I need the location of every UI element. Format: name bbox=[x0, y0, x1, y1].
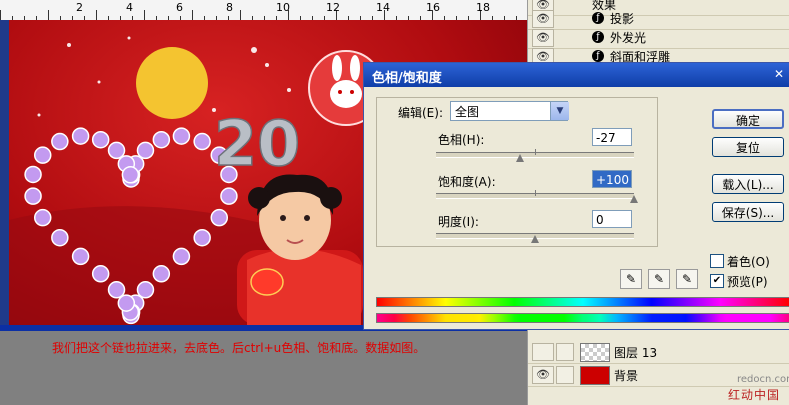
heart-gem bbox=[33, 208, 52, 227]
layer-name: 背景 bbox=[614, 369, 639, 383]
heart-gem bbox=[107, 281, 126, 299]
effect-name: 外发光 bbox=[610, 31, 647, 45]
lightness-input[interactable]: 0 bbox=[592, 210, 632, 228]
hue-slider-mid bbox=[535, 149, 536, 155]
ruler-number: 8 bbox=[226, 1, 233, 14]
heart-gem bbox=[51, 132, 69, 151]
preview-checkbox[interactable]: ✔ bbox=[710, 274, 724, 288]
eye-icon[interactable]: 👁 bbox=[532, 29, 554, 47]
eyedropper-plus-icon[interactable]: ✎ bbox=[648, 269, 670, 289]
ruler-number: 14 bbox=[376, 1, 390, 14]
dialog-title: 色相/饱和度 bbox=[372, 71, 442, 86]
watermark-url: redocn.com bbox=[737, 374, 789, 385]
tutorial-caption: 我们把这个链也拉进来，去底色。后ctrl+u色相、饱和底。数据如图。 bbox=[52, 341, 426, 355]
saturation-input[interactable]: +100 bbox=[592, 170, 632, 188]
heart-gem bbox=[193, 132, 211, 151]
heart-gem bbox=[152, 265, 171, 283]
chevron-down-icon[interactable]: ▼ bbox=[550, 102, 569, 120]
eyedropper-icon[interactable]: ✎ bbox=[620, 269, 642, 289]
ruler-tick bbox=[240, 10, 241, 20]
ruler-tick bbox=[0, 10, 1, 20]
heart-gem bbox=[33, 146, 52, 164]
heart-gem bbox=[136, 141, 155, 160]
heart-gem bbox=[91, 130, 110, 149]
close-icon[interactable]: ✕ bbox=[774, 67, 788, 83]
save-button[interactable]: 保存(S)... bbox=[712, 202, 784, 222]
ok-button[interactable]: 确定 bbox=[712, 109, 784, 129]
heart-gem bbox=[172, 127, 191, 145]
year-text: 20 bbox=[214, 107, 300, 180]
heart-gem bbox=[210, 208, 229, 227]
heart-gem bbox=[51, 228, 69, 247]
watermark-brand: 红动中国 bbox=[728, 388, 781, 402]
effect-name: 投影 bbox=[610, 12, 635, 26]
ruler-tick bbox=[192, 10, 193, 20]
reset-button[interactable]: 复位 bbox=[712, 137, 784, 157]
heart-gem bbox=[117, 294, 136, 312]
canvas-left-edge bbox=[0, 20, 9, 325]
eye-icon[interactable]: 👁 bbox=[532, 366, 554, 384]
dialog-title-bar[interactable]: 色相/饱和度 ✕ bbox=[364, 63, 789, 87]
saturation-slider-mid bbox=[535, 190, 536, 196]
ruler-number: 2 bbox=[76, 1, 83, 14]
ruler-number: 12 bbox=[326, 1, 340, 14]
heart-gem bbox=[172, 247, 191, 266]
result-spectrum-bar bbox=[376, 313, 789, 323]
colorize-label: 着色(O) bbox=[727, 255, 770, 269]
source-spectrum-bar bbox=[376, 297, 789, 307]
heart-gem bbox=[152, 130, 171, 149]
hue-label: 色相(H): bbox=[438, 133, 485, 147]
heart-gem bbox=[193, 228, 211, 247]
colorize-checkbox[interactable] bbox=[710, 254, 724, 268]
ruler-tick bbox=[96, 10, 97, 20]
ruler-number: 6 bbox=[176, 1, 183, 14]
ruler-number: 18 bbox=[476, 1, 490, 14]
heart-gem bbox=[136, 281, 155, 299]
red-thumbnail-icon bbox=[580, 366, 610, 385]
eye-toggle-hidden[interactable] bbox=[532, 343, 554, 361]
saturation-label: 饱和度(A): bbox=[438, 175, 496, 189]
heart-gem bbox=[107, 141, 126, 160]
heart-gem bbox=[24, 165, 42, 184]
effect-icon: ƒ bbox=[592, 12, 604, 24]
heart-gem bbox=[71, 127, 90, 145]
effect-icon: ƒ bbox=[592, 50, 604, 62]
preview-label: 预览(P) bbox=[727, 275, 768, 289]
heart-gem bbox=[121, 166, 140, 184]
effect-icon: ƒ bbox=[592, 31, 604, 43]
layer-row[interactable]: 图层 13 bbox=[528, 341, 789, 364]
lightness-slider-thumb[interactable] bbox=[531, 235, 539, 243]
heart-gem bbox=[220, 187, 238, 205]
edit-label: 编辑(E): bbox=[398, 106, 443, 120]
saturation-slider-thumb[interactable] bbox=[630, 195, 638, 203]
hue-slider-thumb[interactable] bbox=[516, 154, 525, 162]
eyedropper-minus-icon[interactable]: ✎ bbox=[676, 269, 698, 289]
ruler-tick bbox=[144, 10, 145, 20]
link-cell[interactable] bbox=[556, 343, 574, 361]
ruler-tick bbox=[48, 10, 49, 20]
heart-gem bbox=[24, 187, 42, 205]
ruler-number: 16 bbox=[426, 1, 440, 14]
lightness-label: 明度(I): bbox=[438, 215, 479, 229]
hue-saturation-dialog: 色相/饱和度 ✕ 编辑(E): 全图 ▼ 色相(H): -27 饱和度(A): … bbox=[363, 62, 789, 330]
ruler-number: 4 bbox=[126, 1, 133, 14]
ruler-number: 10 bbox=[276, 1, 290, 14]
heart-gem bbox=[91, 265, 110, 283]
hue-input[interactable]: -27 bbox=[592, 128, 632, 146]
load-button[interactable]: 载入(L)... bbox=[712, 174, 784, 194]
heart-gem bbox=[71, 247, 90, 266]
eye-icon[interactable]: 👁 bbox=[532, 10, 554, 28]
moon-shape bbox=[136, 47, 208, 119]
checker-thumbnail-icon bbox=[580, 343, 610, 362]
horizontal-ruler: 2 4 6 8 10 12 14 16 18 bbox=[0, 0, 527, 21]
layer-name: 图层 13 bbox=[614, 346, 658, 360]
link-cell[interactable] bbox=[556, 366, 574, 384]
